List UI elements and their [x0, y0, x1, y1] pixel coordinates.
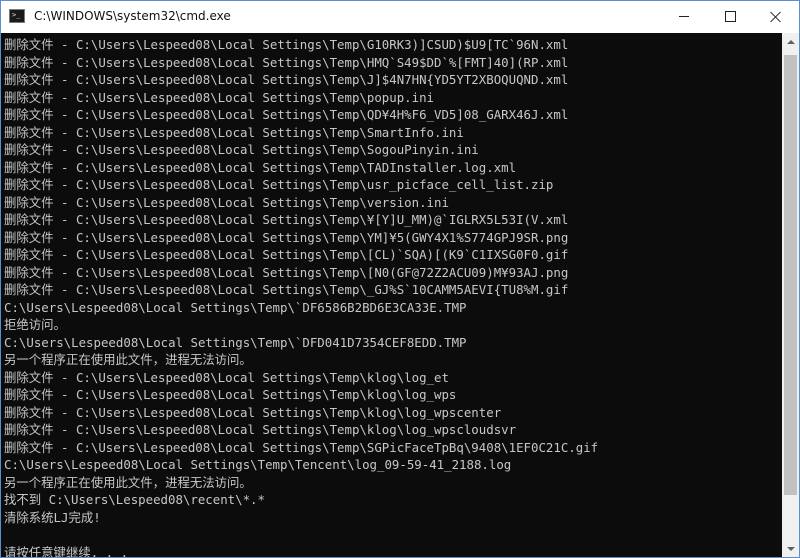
close-button[interactable] [753, 1, 799, 32]
console-line: 删除文件 - C:\Users\Lespeed08\Local Settings… [4, 107, 569, 122]
console-line: 删除文件 - C:\Users\Lespeed08\Local Settings… [4, 264, 569, 280]
console-lines: 删除文件 - C:\Users\Lespeed08\Local Settings… [4, 36, 598, 557]
window-title: C:\WINDOWS\system32\cmd.exe [34, 9, 231, 23]
console-line: 删除文件 - C:\Users\Lespeed08\Local Settings… [4, 282, 569, 297]
console-line: 另一个程序正在使用此文件，进程无法访问。 [4, 352, 252, 367]
console-line: 删除文件 - C:\Users\Lespeed08\Local Settings… [4, 124, 464, 140]
console-line: 删除文件 - C:\Users\Lespeed08\Local Settings… [4, 212, 569, 227]
cmd-console-icon[interactable]: >_ [9, 9, 25, 23]
console-line: 清除系统LJ完成! [4, 509, 101, 525]
console-line: 删除文件 - C:\Users\Lespeed08\Local Settings… [4, 89, 435, 105]
console-line: 删除文件 - C:\Users\Lespeed08\Local Settings… [4, 439, 599, 455]
scroll-up-button[interactable] [782, 33, 799, 50]
console-line: 拒绝访问。 [4, 317, 66, 332]
console-line: 另一个程序正在使用此文件，进程无法访问。 [4, 474, 252, 490]
scroll-down-button[interactable] [782, 540, 799, 557]
minimize-icon [679, 16, 689, 17]
maximize-button[interactable] [707, 1, 753, 32]
console-line: 删除文件 - C:\Users\Lespeed08\Local Settings… [4, 177, 554, 192]
console-line: 删除文件 - C:\Users\Lespeed08\Local Settings… [4, 54, 569, 70]
console-line: 删除文件 - C:\Users\Lespeed08\Local Settings… [4, 72, 569, 87]
close-icon [770, 11, 782, 23]
console-line: 删除文件 - C:\Users\Lespeed08\Local Settings… [4, 404, 502, 420]
maximize-icon [724, 11, 736, 22]
console-line: 删除文件 - C:\Users\Lespeed08\Local Settings… [4, 194, 449, 210]
console-line: 删除文件 - C:\Users\Lespeed08\Local Settings… [4, 229, 569, 245]
arrow-down-icon [786, 546, 795, 551]
arrow-up-icon [786, 39, 795, 44]
console-line: 删除文件 - C:\Users\Lespeed08\Local Settings… [4, 159, 517, 175]
title-bar[interactable]: >_ C:\WINDOWS\system32\cmd.exe [1, 1, 799, 33]
console-line: 删除文件 - C:\Users\Lespeed08\Local Settings… [4, 387, 457, 402]
console-line: C:\Users\Lespeed08\Local Settings\Temp\`… [4, 334, 467, 350]
vertical-scrollbar[interactable] [782, 33, 799, 557]
console-line: 删除文件 - C:\Users\Lespeed08\Local Settings… [4, 37, 569, 52]
minimize-button[interactable] [661, 1, 707, 32]
console-line: 删除文件 - C:\Users\Lespeed08\Local Settings… [4, 247, 569, 262]
console-line: 删除文件 - C:\Users\Lespeed08\Local Settings… [4, 369, 449, 385]
console-line: C:\Users\Lespeed08\Local Settings\Temp\`… [4, 299, 467, 315]
cmd-window: >_ C:\WINDOWS\system32\cmd.exe 删除文件 - C:… [0, 0, 800, 558]
console-line: 删除文件 - C:\Users\Lespeed08\Local Settings… [4, 142, 479, 157]
console-line: 找不到 C:\Users\Lespeed08\recent\*.* [4, 492, 265, 507]
console-line: 删除文件 - C:\Users\Lespeed08\Local Settings… [4, 422, 517, 437]
console-line: 请按任意键继续. . . [4, 544, 129, 558]
console-line: C:\Users\Lespeed08\Local Settings\Temp\T… [4, 457, 512, 472]
console-output[interactable]: 删除文件 - C:\Users\Lespeed08\Local Settings… [1, 33, 782, 557]
scroll-thumb[interactable] [784, 55, 797, 495]
